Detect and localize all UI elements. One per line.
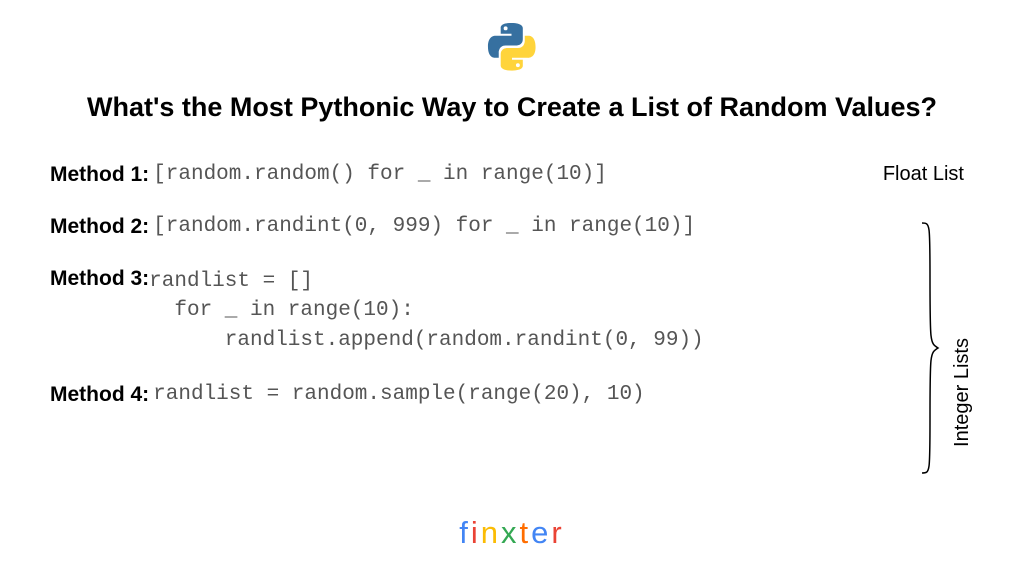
method-3-label: Method 3: [50, 267, 149, 291]
page-title: What's the Most Pythonic Way to Create a… [87, 92, 937, 123]
method-3-line-1: randlist = [] [149, 267, 704, 296]
method-2-row: Method 2: [random.randint(0, 999) for _ … [50, 215, 974, 239]
curly-brace-icon [920, 218, 940, 478]
logo-char-x: x [501, 515, 520, 550]
method-1-row: Method 1: [random.random() for _ in rang… [50, 163, 974, 187]
logo-char-t: t [520, 515, 532, 550]
method-4-label: Method 4: [50, 383, 149, 407]
methods-area: Method 1: [random.random() for _ in rang… [50, 163, 974, 561]
method-2-label: Method 2: [50, 215, 149, 239]
integer-lists-annotation: Integer Lists [951, 338, 974, 447]
logo-char-n: n [481, 515, 501, 550]
logo-char-r: r [551, 515, 564, 550]
method-1-code: [random.random() for _ in range(10)] [153, 163, 607, 186]
logo-char-i: i [471, 515, 481, 550]
method-3-row: Method 3: randlist = [] for _ in range(1… [50, 267, 974, 355]
method-3-line-3: randlist.append(random.randint(0, 99)) [149, 326, 704, 355]
python-logo-icon [485, 20, 539, 74]
float-list-annotation: Float List [883, 163, 964, 186]
finxter-logo: finxter [459, 515, 564, 551]
logo-char-e: e [531, 515, 551, 550]
method-4-code: randlist = random.sample(range(20), 10) [153, 383, 644, 406]
method-4-row: Method 4: randlist = random.sample(range… [50, 383, 974, 407]
main-container: What's the Most Pythonic Way to Create a… [0, 0, 1024, 576]
method-3-line-2: for _ in range(10): [149, 296, 704, 325]
logo-char-f: f [459, 515, 471, 550]
method-1-label: Method 1: [50, 163, 149, 187]
method-3-code-block: randlist = [] for _ in range(10): randli… [149, 267, 704, 355]
method-2-code: [random.randint(0, 999) for _ in range(1… [153, 215, 695, 238]
